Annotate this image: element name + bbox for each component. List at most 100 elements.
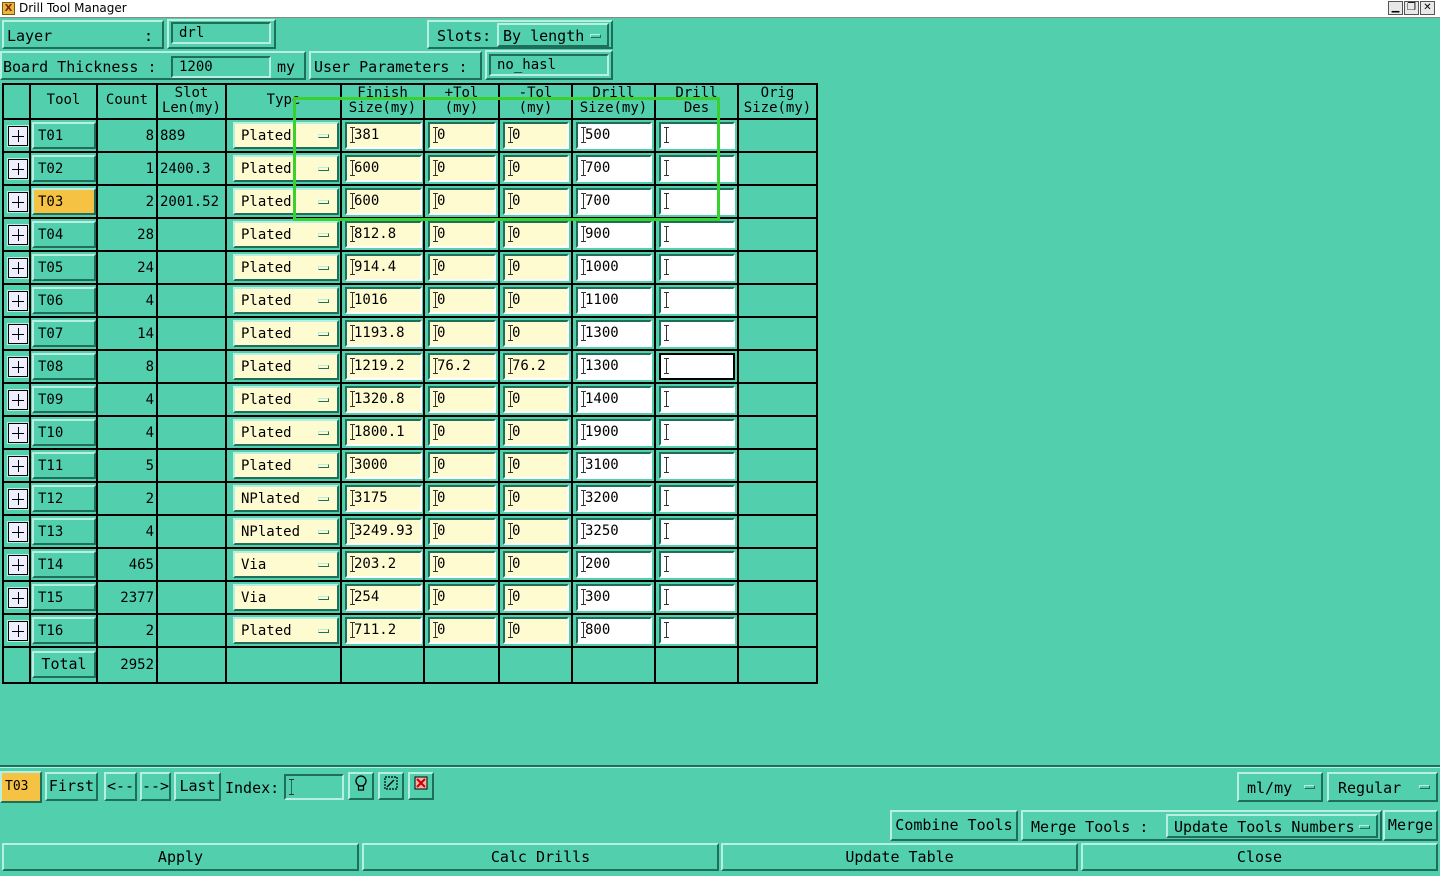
plus-tol-input[interactable]: 0 xyxy=(428,551,496,578)
tool-button[interactable]: T12 xyxy=(32,485,96,512)
units-dropdown[interactable]: ml/my xyxy=(1237,772,1323,802)
tool-button[interactable]: T07 xyxy=(32,320,96,347)
type-dropdown[interactable]: Plated xyxy=(233,254,339,281)
type-dropdown[interactable]: Plated xyxy=(233,155,339,182)
minus-tol-input[interactable]: 0 xyxy=(503,188,569,215)
expand-row-icon[interactable] xyxy=(7,224,29,246)
drill-des-input[interactable] xyxy=(659,485,735,512)
finish-size-input[interactable]: 711.2 xyxy=(345,617,422,644)
expand-row-icon[interactable] xyxy=(7,290,29,312)
type-dropdown[interactable]: Plated xyxy=(233,188,339,215)
minus-tol-input[interactable]: 0 xyxy=(503,320,569,347)
drill-size-input[interactable]: 900 xyxy=(576,221,652,248)
board-thickness-input[interactable]: 1200 xyxy=(171,56,271,78)
expand-row-icon[interactable] xyxy=(7,587,29,609)
minus-tol-input[interactable]: 0 xyxy=(503,254,569,281)
finish-size-input[interactable]: 1219.2 xyxy=(345,353,422,380)
expand-row-icon[interactable] xyxy=(7,356,29,378)
plus-tol-input[interactable]: 0 xyxy=(428,518,496,545)
clear-icon[interactable] xyxy=(408,772,434,800)
drill-size-input[interactable]: 1100 xyxy=(576,287,652,314)
drill-des-input[interactable] xyxy=(659,320,735,347)
tool-button[interactable]: T14 xyxy=(32,551,96,578)
drill-des-input[interactable] xyxy=(659,122,735,149)
tool-button[interactable]: T15 xyxy=(32,584,96,611)
minus-tol-input[interactable]: 0 xyxy=(503,617,569,644)
minus-tol-input[interactable]: 0 xyxy=(503,584,569,611)
finish-size-input[interactable]: 1800.1 xyxy=(345,419,422,446)
prev-button[interactable]: <-- xyxy=(104,772,137,801)
drill-size-input[interactable]: 1900 xyxy=(576,419,652,446)
tool-button[interactable]: T01 xyxy=(32,122,96,149)
plus-tol-input[interactable]: 0 xyxy=(428,452,496,479)
drill-des-input[interactable] xyxy=(659,254,735,281)
lightbulb-icon[interactable] xyxy=(348,772,374,800)
plus-tol-input[interactable]: 0 xyxy=(428,386,496,413)
drill-des-input[interactable] xyxy=(659,188,735,215)
drill-des-input[interactable] xyxy=(659,221,735,248)
first-button[interactable]: First xyxy=(45,772,98,801)
mode-dropdown[interactable]: Regular xyxy=(1327,772,1438,802)
drill-size-input[interactable]: 700 xyxy=(576,155,652,182)
drill-des-input[interactable] xyxy=(659,353,735,380)
plus-tol-input[interactable]: 76.2 xyxy=(428,353,496,380)
combine-tools-button[interactable]: Combine Tools xyxy=(890,810,1018,841)
user-params-input[interactable]: no_hasl xyxy=(489,54,609,76)
tool-button[interactable]: T10 xyxy=(32,419,96,446)
finish-size-input[interactable]: 1016 xyxy=(345,287,422,314)
drill-size-input[interactable]: 1300 xyxy=(576,353,652,380)
layer-input[interactable]: drl xyxy=(171,22,271,44)
drill-size-input[interactable]: 200 xyxy=(576,551,652,578)
drill-size-input[interactable]: 300 xyxy=(576,584,652,611)
select-area-icon[interactable] xyxy=(378,772,404,800)
type-dropdown[interactable]: Plated xyxy=(233,320,339,347)
calc-drills-button[interactable]: Calc Drills xyxy=(362,843,719,871)
finish-size-input[interactable]: 1193.8 xyxy=(345,320,422,347)
plus-tol-input[interactable]: 0 xyxy=(428,287,496,314)
expand-row-icon[interactable] xyxy=(7,158,29,180)
tool-button[interactable]: T09 xyxy=(32,386,96,413)
drill-des-input[interactable] xyxy=(659,584,735,611)
expand-row-icon[interactable] xyxy=(7,620,29,642)
tool-button[interactable]: T16 xyxy=(32,617,96,644)
minus-tol-input[interactable]: 0 xyxy=(503,551,569,578)
type-dropdown[interactable]: Via xyxy=(233,551,339,578)
tool-button[interactable]: T08 xyxy=(32,353,96,380)
drill-des-input[interactable] xyxy=(659,419,735,446)
plus-tol-input[interactable]: 0 xyxy=(428,617,496,644)
drill-des-input[interactable] xyxy=(659,551,735,578)
close-window-button[interactable]: ✕ xyxy=(1420,1,1435,15)
tool-button[interactable]: T06 xyxy=(32,287,96,314)
minus-tol-input[interactable]: 0 xyxy=(503,287,569,314)
plus-tol-input[interactable]: 0 xyxy=(428,122,496,149)
plus-tol-input[interactable]: 0 xyxy=(428,221,496,248)
drill-des-input[interactable] xyxy=(659,386,735,413)
drill-size-input[interactable]: 3100 xyxy=(576,452,652,479)
expand-row-icon[interactable] xyxy=(7,554,29,576)
drill-size-input[interactable]: 500 xyxy=(576,122,652,149)
type-dropdown[interactable]: Via xyxy=(233,584,339,611)
expand-row-icon[interactable] xyxy=(7,323,29,345)
finish-size-input[interactable]: 203.2 xyxy=(345,551,422,578)
finish-size-input[interactable]: 3249.93 xyxy=(345,518,422,545)
finish-size-input[interactable]: 812.8 xyxy=(345,221,422,248)
drill-size-input[interactable]: 1300 xyxy=(576,320,652,347)
drill-des-input[interactable] xyxy=(659,452,735,479)
restore-button[interactable]: ❐ xyxy=(1404,1,1419,15)
apply-button[interactable]: Apply xyxy=(2,843,359,871)
plus-tol-input[interactable]: 0 xyxy=(428,485,496,512)
plus-tol-input[interactable]: 0 xyxy=(428,584,496,611)
tool-button[interactable]: T04 xyxy=(32,221,96,248)
last-button[interactable]: Last xyxy=(174,772,221,801)
finish-size-input[interactable]: 3175 xyxy=(345,485,422,512)
drill-size-input[interactable]: 3250 xyxy=(576,518,652,545)
type-dropdown[interactable]: Plated xyxy=(233,122,339,149)
drill-size-input[interactable]: 800 xyxy=(576,617,652,644)
drill-des-input[interactable] xyxy=(659,617,735,644)
drill-size-input[interactable]: 3200 xyxy=(576,485,652,512)
type-dropdown[interactable]: Plated xyxy=(233,419,339,446)
type-dropdown[interactable]: Plated xyxy=(233,617,339,644)
type-dropdown[interactable]: NPlated xyxy=(233,518,339,545)
tool-button[interactable]: T05 xyxy=(32,254,96,281)
expand-row-icon[interactable] xyxy=(7,125,29,147)
